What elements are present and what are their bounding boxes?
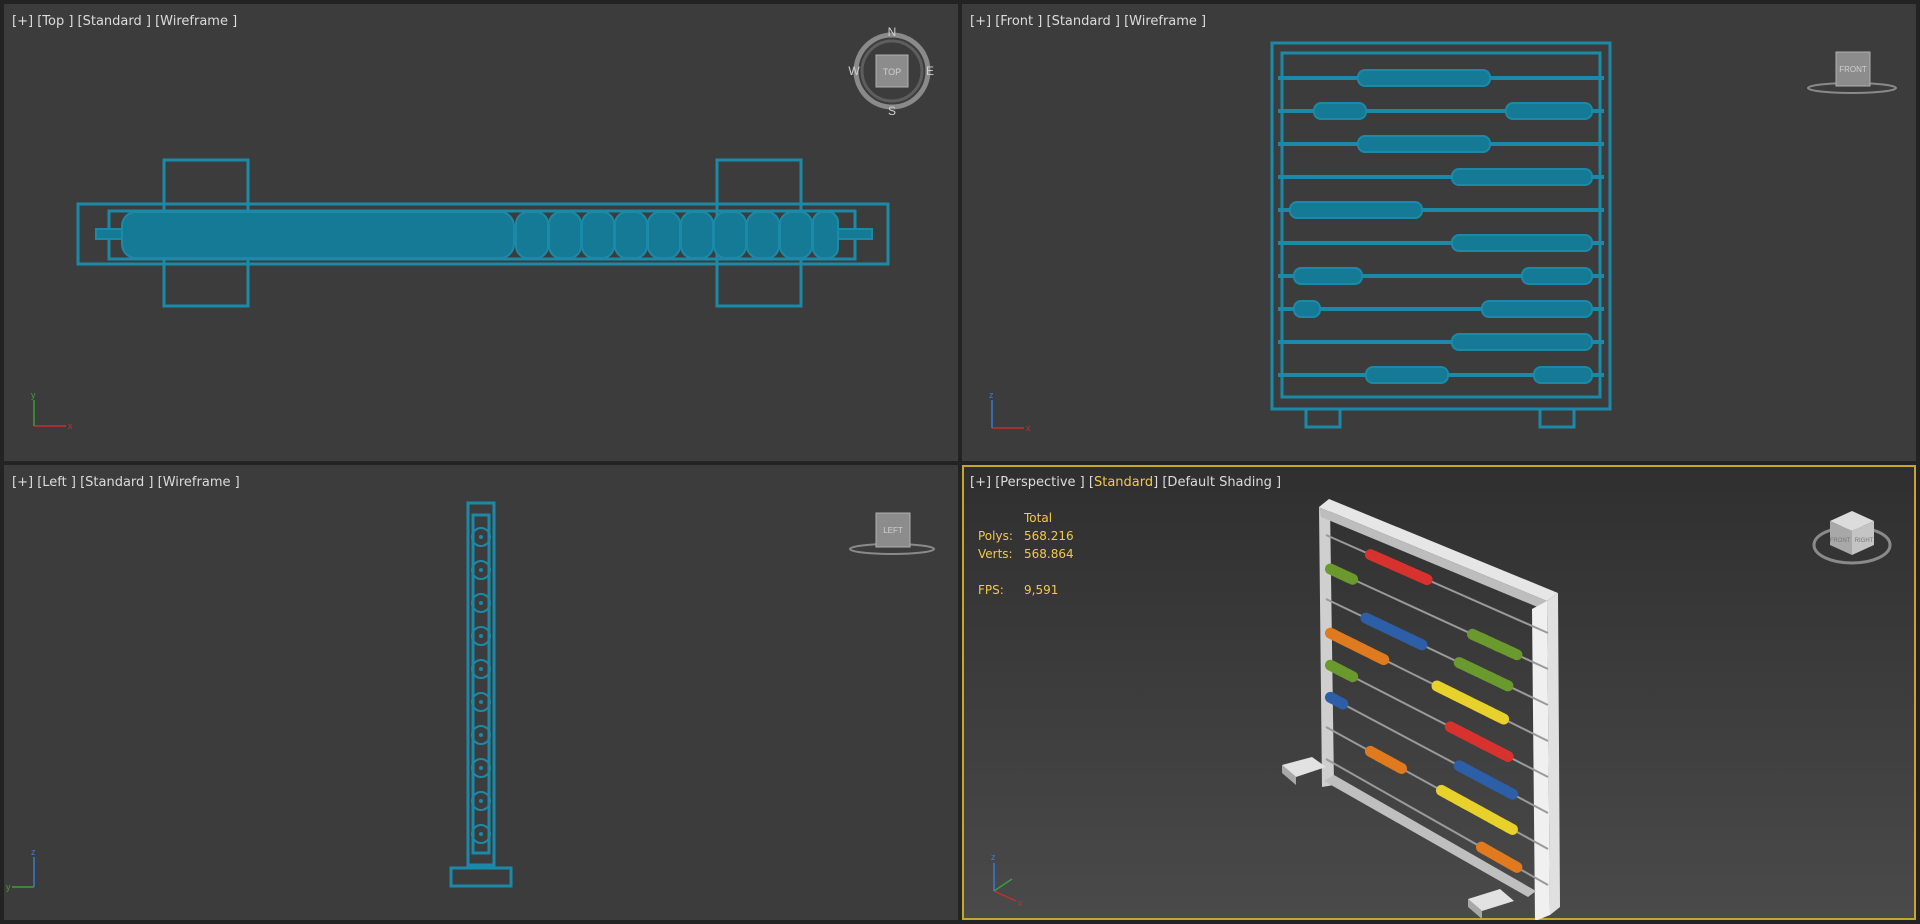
viewcube-persp-right-face: RIGHT: [1855, 538, 1874, 544]
bead-group: [1431, 680, 1510, 725]
axis-gizmo-front: x z: [989, 390, 1031, 433]
beads-top-view: [95, 211, 873, 259]
rod-end: [479, 568, 483, 572]
bead-group: [1453, 760, 1518, 800]
compass-south: S: [888, 104, 896, 118]
bead-group: [1293, 267, 1363, 285]
abacus-3d-model[interactable]: [1282, 499, 1560, 920]
bead-group: [1533, 366, 1593, 384]
view-compass[interactable]: TOP N S E W: [848, 25, 934, 118]
abacus-left-beads: [471, 527, 491, 844]
bead-group: [1313, 102, 1367, 120]
rod-end: [479, 799, 483, 803]
axis-z-label: z: [989, 390, 994, 400]
bead-group: [1324, 563, 1359, 585]
bead-group: [1364, 549, 1434, 586]
viewcube-front[interactable]: FRONT: [1807, 51, 1897, 94]
rod-end: [479, 766, 483, 770]
bead-group: [1357, 135, 1491, 153]
bead-group: [1467, 628, 1523, 661]
bead-group: [1451, 333, 1593, 351]
compass-top-face: TOP: [883, 67, 901, 77]
rod-end: [479, 700, 483, 704]
viewcube-left[interactable]: LEFT: [849, 512, 935, 555]
axis-gizmo-left: y z: [6, 847, 36, 892]
bead-group: [1324, 691, 1350, 710]
rod-end: [479, 832, 483, 836]
bead-group: [1481, 300, 1593, 318]
bead-group: [1324, 627, 1390, 666]
bead-group: [1453, 657, 1514, 692]
bead-group: [1435, 784, 1518, 835]
rod-end: [479, 634, 483, 638]
left-wireframe-canvas: LEFT y z: [6, 501, 935, 892]
bead-group: [1521, 267, 1593, 285]
rod-end: [479, 667, 483, 671]
bead-group: [1360, 612, 1430, 652]
bead-group: [1357, 69, 1491, 87]
viewcube-front-face: FRONT: [1839, 65, 1867, 74]
rod-end: [479, 733, 483, 737]
bead-group: [1444, 721, 1514, 762]
abacus-front-rods: [1278, 69, 1604, 384]
compass-east: E: [926, 64, 934, 78]
bead-group: [1293, 300, 1321, 318]
front-wireframe-canvas: FRONT x z: [989, 41, 1897, 433]
viewport-perspective[interactable]: [+] [Perspective ] [Standard] [Default S…: [962, 465, 1916, 920]
viewcube-persp-front-face: FRONT: [1830, 538, 1851, 544]
abacus-rod: [1325, 662, 1549, 778]
axis-gizmo-perspective: x z: [991, 852, 1023, 908]
compass-west: W: [848, 64, 860, 78]
perspective-canvas: FRONT RIGHT x z: [991, 499, 1892, 920]
axis-x-label: x: [1018, 898, 1023, 908]
rod-end: [479, 535, 483, 539]
bead-group: [1365, 366, 1449, 384]
axis-z-label: z: [31, 847, 36, 857]
axis-z-label: z: [991, 852, 996, 862]
compass-north: N: [888, 25, 897, 39]
viewcube-left-face: LEFT: [883, 526, 903, 535]
axis-y-label: y: [31, 390, 36, 400]
top-wireframe-canvas: TOP N S E W x y: [31, 25, 934, 431]
axis-y-label: y: [6, 882, 11, 892]
viewport-left[interactable]: [+] [Left ] [Standard ] [Wireframe ] LEF…: [4, 465, 958, 920]
bead-group: [1364, 745, 1407, 774]
viewport-top[interactable]: [+] [Top ] [Standard ] [Wireframe ] TOP …: [4, 4, 958, 461]
axis-x-label: x: [68, 421, 73, 431]
axis-gizmo-top: x y: [31, 390, 73, 431]
viewport-front[interactable]: [+] [Front ] [Standard ] [Wireframe ] FR…: [962, 4, 1916, 461]
bead-group: [1289, 201, 1423, 219]
viewcube-perspective[interactable]: FRONT RIGHT: [1812, 511, 1892, 565]
axis-x-label: x: [1026, 423, 1031, 433]
bead-group: [1505, 102, 1593, 120]
rod-end: [479, 601, 483, 605]
bead-group: [1324, 659, 1359, 683]
bead-group: [1451, 168, 1593, 186]
bead-group: [1451, 234, 1593, 252]
